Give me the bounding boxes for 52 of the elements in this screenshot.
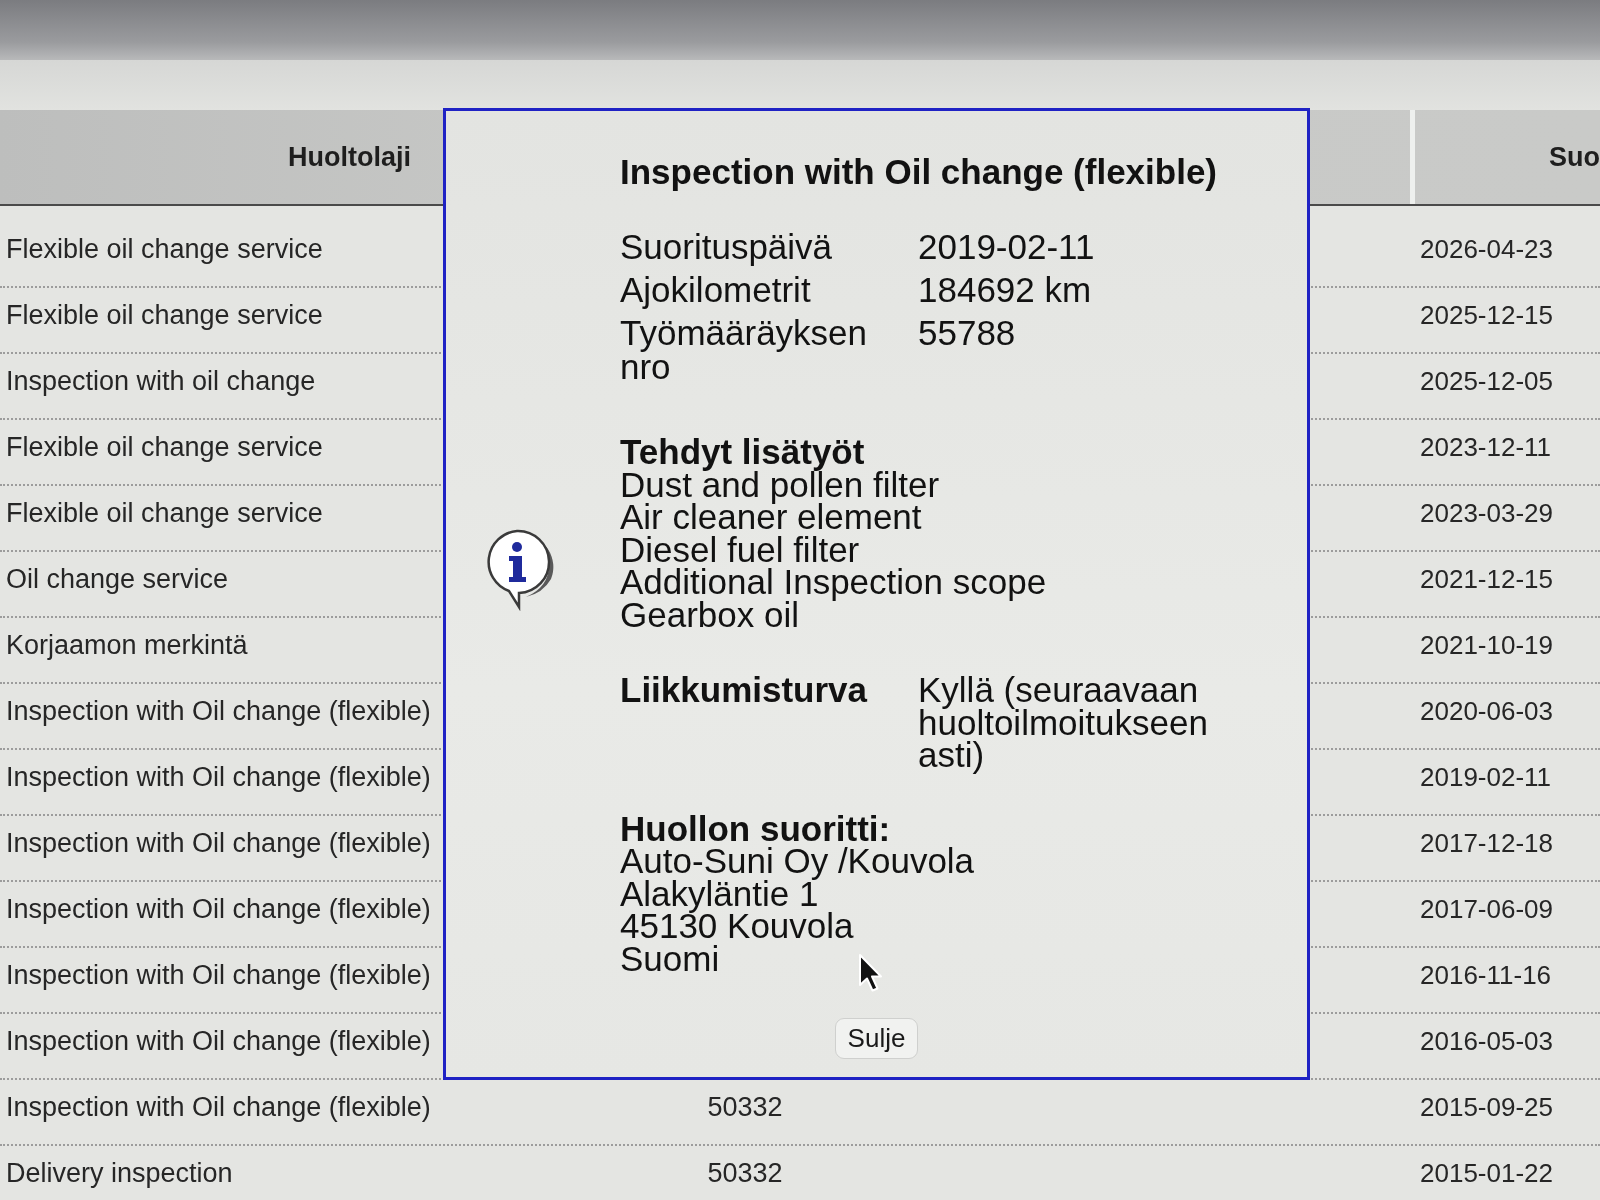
table-cell: 2015-01-22 [1420, 1158, 1553, 1188]
table-cell: 2021-12-15 [1420, 564, 1553, 594]
table-cell: 2017-06-09 [1420, 894, 1553, 924]
column-header: Suo [1549, 141, 1600, 173]
field-label: Liikkumisturva [620, 674, 868, 711]
table-cell: Inspection with Oil change (flexible) [6, 894, 431, 924]
table-cell: Flexible oil change service [6, 234, 323, 264]
table-cell: Korjaamon merkintä [6, 630, 248, 660]
section-heading: Huollon suoritti: [620, 812, 891, 845]
table-cell: 2016-11-16 [1420, 960, 1552, 990]
table-cell: Flexible oil change service [6, 432, 323, 462]
table-cell: Delivery inspection [6, 1158, 233, 1188]
table-cell: 2015-09-25 [1420, 1092, 1553, 1122]
table-cell: 50332 [707, 1092, 783, 1122]
table-cell: Inspection with Oil change (flexible) [6, 960, 431, 990]
section-heading: Tehdyt lisätyöt [620, 436, 865, 469]
list-item: Gearbox oil [620, 598, 799, 631]
field-label: Suorituspäivä [620, 230, 833, 264]
table-cell: Flexible oil change service [6, 498, 323, 528]
table-cell: 2026-04-23 [1420, 234, 1553, 264]
table-cell: Inspection with Oil change (flexible) [6, 696, 431, 726]
table-cell: 2021-10-19 [1420, 630, 1553, 660]
table-cell: Inspection with Oil change (flexible) [6, 762, 431, 792]
address-line: Suomi [620, 942, 720, 975]
field-label: Työmääräyksen nro [620, 316, 869, 384]
field-label: Ajokilometrit [620, 273, 811, 307]
table-cell: 2025-12-05 [1420, 366, 1553, 396]
field-value: Kyllä (seuraavaan huoltoilmoitukseen asti) [918, 674, 1209, 772]
field-value: 55788 [918, 316, 1016, 354]
dialog-title: Inspection with Oil change (flexible) [620, 153, 1218, 190]
table-cell: 2023-12-11 [1420, 432, 1552, 462]
table-cell: 2025-12-15 [1420, 300, 1553, 330]
column-header: Huoltolaji [288, 141, 411, 173]
table-cell: Inspection with Oil change (flexible) [6, 1026, 431, 1056]
field-value: 184692 km [918, 273, 1092, 307]
list-item: Additional Inspection scope [620, 566, 1047, 599]
list-item: Diesel fuel filter [620, 533, 860, 566]
table-cell: Inspection with Oil change (flexible) [6, 1092, 431, 1122]
table-cell: Inspection with Oil change (flexible) [6, 828, 431, 858]
table-cell: Inspection with oil change [6, 366, 316, 396]
table-cell: 2020-06-03 [1420, 696, 1553, 726]
table-cell: 2019-02-11 [1420, 762, 1552, 792]
table-cell: Oil change service [6, 564, 229, 594]
close-button[interactable]: Sulje [834, 1018, 919, 1059]
address-line: Auto-Suni Oy /Kouvola [620, 845, 975, 878]
table-cell: Flexible oil change service [6, 300, 323, 330]
table-cell: 2017-12-18 [1420, 828, 1553, 858]
field-value: 2019-02-11 [918, 230, 1095, 264]
cursor-icon [858, 953, 882, 993]
table-cell: 2023-03-29 [1420, 498, 1553, 528]
table-cell: 2016-05-03 [1420, 1026, 1553, 1056]
table-cell: 50332 [707, 1158, 783, 1188]
